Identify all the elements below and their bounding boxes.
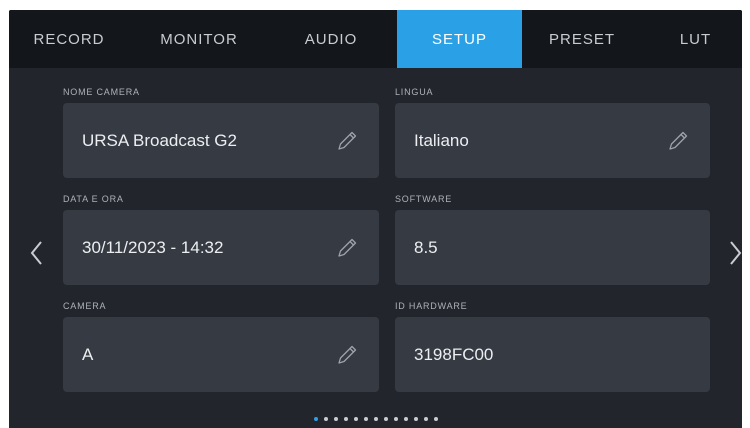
tab-bar: RECORD MONITOR AUDIO SETUP PRESET LUT (9, 10, 742, 68)
page-dot[interactable] (413, 417, 418, 421)
page-dot[interactable] (423, 417, 428, 421)
page-dot[interactable] (363, 417, 368, 421)
page-indicator (9, 417, 742, 427)
page-dot[interactable] (323, 417, 328, 421)
software-field: 8.5 (395, 210, 710, 285)
language-field[interactable]: Italiano (395, 103, 710, 178)
chevron-right-icon[interactable] (725, 238, 742, 268)
page-dot[interactable] (373, 417, 378, 421)
tab-setup[interactable]: SETUP (397, 10, 522, 68)
page-dot[interactable] (353, 417, 358, 421)
page-dot[interactable] (313, 417, 318, 421)
page-dot[interactable] (333, 417, 338, 421)
date-time-label: DATA E ORA (63, 194, 124, 204)
pencil-icon[interactable] (335, 236, 359, 260)
page-dot[interactable] (383, 417, 388, 421)
camera-name-field[interactable]: URSA Broadcast G2 (63, 103, 379, 178)
pencil-icon[interactable] (335, 343, 359, 367)
date-time-value: 30/11/2023 - 14:32 (82, 237, 224, 257)
tab-lut[interactable]: LUT (649, 10, 742, 68)
language-label: LINGUA (395, 87, 434, 97)
camera-name-value: URSA Broadcast G2 (82, 130, 237, 150)
tab-monitor[interactable]: MONITOR (133, 10, 265, 68)
page-dot[interactable] (403, 417, 408, 421)
tab-audio[interactable]: AUDIO (271, 10, 391, 68)
software-label: SOFTWARE (395, 194, 453, 204)
page-dot[interactable] (433, 417, 438, 421)
page-dot[interactable] (343, 417, 348, 421)
pencil-icon[interactable] (335, 129, 359, 153)
software-value: 8.5 (414, 237, 438, 257)
hardware-id-field: 3198FC00 (395, 317, 710, 392)
camera-id-value: A (82, 344, 94, 364)
camera-id-field[interactable]: A (63, 317, 379, 392)
hardware-id-value: 3198FC00 (414, 344, 494, 364)
setup-screen: RECORD MONITOR AUDIO SETUP PRESET LUT NO… (9, 10, 742, 428)
page-dot[interactable] (393, 417, 398, 421)
tab-record[interactable]: RECORD (9, 10, 129, 68)
camera-id-label: CAMERA (63, 301, 107, 311)
chevron-left-icon[interactable] (27, 238, 47, 268)
pencil-icon[interactable] (666, 129, 690, 153)
tab-preset[interactable]: PRESET (522, 10, 642, 68)
language-value: Italiano (414, 130, 469, 150)
hardware-id-label: ID HARDWARE (395, 301, 468, 311)
date-time-field[interactable]: 30/11/2023 - 14:32 (63, 210, 379, 285)
camera-name-label: NOME CAMERA (63, 87, 140, 97)
